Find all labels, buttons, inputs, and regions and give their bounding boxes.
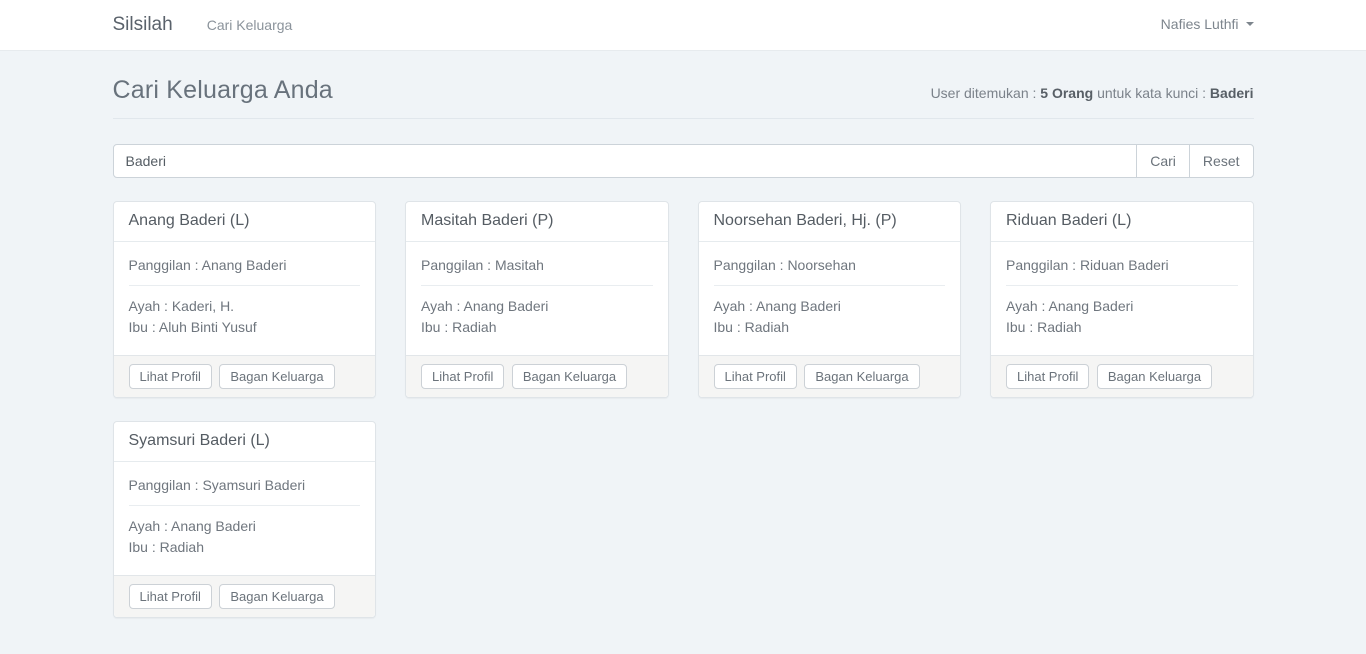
page-title: Cari Keluarga Anda [113,76,333,105]
view-profile-button[interactable]: Lihat Profil [129,364,212,389]
result-count: 5 Orang [1040,85,1093,101]
person-name: Masitah Baderi (P) [421,212,554,229]
person-name: Noorsehan Baderi, Hj. (P) [714,212,897,229]
person-name: Syamsuri Baderi (L) [129,432,270,449]
result-summary: User ditemukan : 5 Orang untuk kata kunc… [931,85,1254,101]
chevron-down-icon [1246,22,1254,26]
person-card: Anang Baderi (L) Panggilan : Anang Bader… [113,201,377,398]
person-mother: Ibu : Radiah [421,317,653,338]
person-nickname: Panggilan : Riduan Baderi [1006,255,1238,276]
family-chart-button[interactable]: Bagan Keluarga [804,364,919,389]
person-name: Anang Baderi (L) [129,212,250,229]
person-nickname: Panggilan : Syamsuri Baderi [129,475,361,496]
result-prefix: User ditemukan : [931,85,1041,101]
search-form: Cari Reset [113,144,1254,178]
person-mother: Ibu : Radiah [714,317,946,338]
results-grid: Anang Baderi (L) Panggilan : Anang Bader… [113,201,1254,618]
person-father: Ayah : Anang Baderi [129,516,361,537]
person-card: Syamsuri Baderi (L) Panggilan : Syamsuri… [113,421,377,618]
person-father: Ayah : Kaderi, H. [129,296,361,317]
navbar: Silsilah Cari Keluarga Nafies Luthfi [0,0,1366,51]
person-card-body: Panggilan : Syamsuri Baderi Ayah : Anang… [114,462,376,575]
divider [421,285,653,286]
person-card-body: Panggilan : Noorsehan Ayah : Anang Bader… [699,242,961,355]
nav-item-cari-keluarga[interactable]: Cari Keluarga [207,17,293,33]
person-card-header: Masitah Baderi (P) [406,202,668,242]
brand-link[interactable]: Silsilah [113,14,173,36]
divider [129,505,361,506]
person-card-body: Panggilan : Riduan Baderi Ayah : Anang B… [991,242,1253,355]
person-card-header: Riduan Baderi (L) [991,202,1253,242]
person-father: Ayah : Anang Baderi [714,296,946,317]
person-card-footer: Lihat Profil Bagan Keluarga [406,355,668,397]
person-card-body: Panggilan : Anang Baderi Ayah : Kaderi, … [114,242,376,355]
person-card: Noorsehan Baderi, Hj. (P) Panggilan : No… [698,201,962,398]
reset-button[interactable]: Reset [1189,144,1254,178]
person-father: Ayah : Anang Baderi [1006,296,1238,317]
family-chart-button[interactable]: Bagan Keluarga [219,584,334,609]
result-middle: untuk kata kunci : [1093,85,1210,101]
family-chart-button[interactable]: Bagan Keluarga [219,364,334,389]
view-profile-button[interactable]: Lihat Profil [714,364,797,389]
person-card-header: Syamsuri Baderi (L) [114,422,376,462]
person-card-header: Anang Baderi (L) [114,202,376,242]
person-card: Masitah Baderi (P) Panggilan : Masitah A… [405,201,669,398]
main-content: Cari Keluarga Anda User ditemukan : 5 Or… [113,51,1254,618]
person-father: Ayah : Anang Baderi [421,296,653,317]
family-chart-button[interactable]: Bagan Keluarga [512,364,627,389]
search-button[interactable]: Cari [1136,144,1190,178]
divider [714,285,946,286]
person-card-header: Noorsehan Baderi, Hj. (P) [699,202,961,242]
family-chart-button[interactable]: Bagan Keluarga [1097,364,1212,389]
person-card-body: Panggilan : Masitah Ayah : Anang Baderi … [406,242,668,355]
view-profile-button[interactable]: Lihat Profil [1006,364,1089,389]
view-profile-button[interactable]: Lihat Profil [421,364,504,389]
result-keyword: Baderi [1210,85,1254,101]
person-card-footer: Lihat Profil Bagan Keluarga [991,355,1253,397]
user-name: Nafies Luthfi [1161,16,1239,32]
divider [129,285,361,286]
person-card-footer: Lihat Profil Bagan Keluarga [114,355,376,397]
person-card-footer: Lihat Profil Bagan Keluarga [699,355,961,397]
search-input[interactable] [113,144,1138,178]
user-menu[interactable]: Nafies Luthfi [1161,16,1254,32]
person-nickname: Panggilan : Anang Baderi [129,255,361,276]
person-card-footer: Lihat Profil Bagan Keluarga [114,575,376,617]
person-nickname: Panggilan : Noorsehan [714,255,946,276]
page-header: Cari Keluarga Anda User ditemukan : 5 Or… [113,51,1254,119]
divider [1006,285,1238,286]
person-mother: Ibu : Radiah [129,537,361,558]
person-name: Riduan Baderi (L) [1006,212,1131,229]
person-nickname: Panggilan : Masitah [421,255,653,276]
view-profile-button[interactable]: Lihat Profil [129,584,212,609]
person-mother: Ibu : Radiah [1006,317,1238,338]
person-card: Riduan Baderi (L) Panggilan : Riduan Bad… [990,201,1254,398]
person-mother: Ibu : Aluh Binti Yusuf [129,317,361,338]
